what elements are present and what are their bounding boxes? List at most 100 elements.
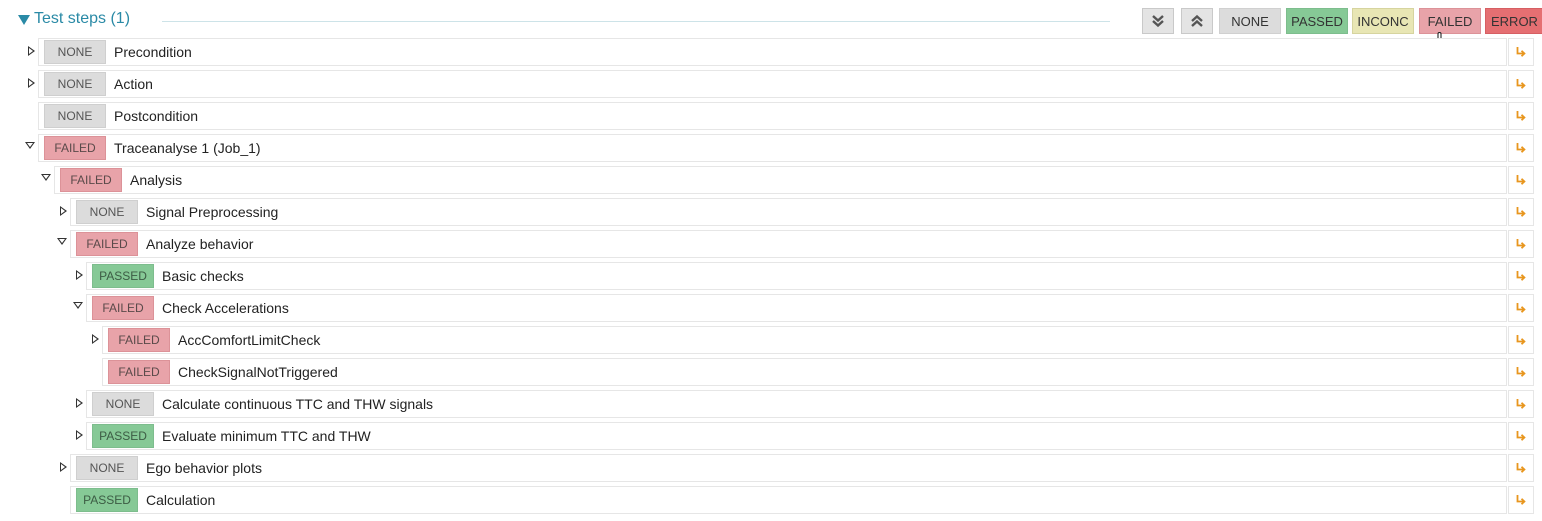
- step-label: Action: [114, 76, 153, 92]
- status-badge: NONE: [44, 72, 106, 96]
- collapse-all-button[interactable]: [1181, 8, 1213, 34]
- jump-to-step-icon: [1516, 303, 1526, 313]
- test-step-row[interactable]: FAILED AccComfortLimitCheck: [102, 326, 1507, 354]
- jump-to-step-icon: [1516, 271, 1526, 281]
- double-chevron-down-icon: [1152, 15, 1164, 28]
- jump-to-step-button[interactable]: [1508, 358, 1534, 386]
- jump-to-step-button[interactable]: [1508, 262, 1534, 290]
- jump-to-step-button[interactable]: [1508, 294, 1534, 322]
- status-badge: NONE: [44, 104, 106, 128]
- step-label: Ego behavior plots: [146, 460, 262, 476]
- status-badge: FAILED: [44, 136, 106, 160]
- status-badge: PASSED: [76, 488, 138, 512]
- jump-to-step-icon: [1516, 239, 1526, 249]
- status-badge: NONE: [76, 456, 138, 480]
- test-step-row[interactable]: FAILED Traceanalyse 1 (Job_1): [38, 134, 1507, 162]
- jump-to-step-button[interactable]: [1508, 326, 1534, 354]
- test-step-row[interactable]: NONE Signal Preprocessing: [70, 198, 1507, 226]
- step-label: Signal Preprocessing: [146, 204, 279, 220]
- jump-to-step-icon: [1516, 495, 1526, 505]
- status-badge: FAILED: [108, 328, 170, 352]
- collapse-arrow-icon[interactable]: [41, 174, 51, 181]
- test-step-row[interactable]: PASSED Basic checks: [86, 262, 1507, 290]
- test-step-row[interactable]: FAILED Analyze behavior: [70, 230, 1507, 258]
- jump-to-step-button[interactable]: [1508, 134, 1534, 162]
- test-step-row[interactable]: FAILED Analysis: [54, 166, 1507, 194]
- status-badge: NONE: [44, 40, 106, 64]
- jump-to-step-button[interactable]: [1508, 422, 1534, 450]
- expand-arrow-icon[interactable]: [60, 462, 67, 472]
- test-steps-header: Test steps (1) NONE PASSED INCONC FAILED…: [0, 0, 1542, 40]
- expand-arrow-icon[interactable]: [60, 206, 67, 216]
- filter-passed-button[interactable]: PASSED: [1286, 8, 1348, 34]
- status-badge: PASSED: [92, 424, 154, 448]
- jump-to-step-icon: [1516, 463, 1526, 473]
- step-label: Analysis: [130, 172, 183, 188]
- step-label: Evaluate minimum TTC and THW: [162, 428, 371, 444]
- test-step-row[interactable]: NONE Action: [38, 70, 1507, 98]
- expand-arrow-icon[interactable]: [76, 430, 83, 440]
- test-step-row[interactable]: FAILED Check Accelerations: [86, 294, 1507, 322]
- step-label: Precondition: [114, 44, 192, 60]
- jump-to-step-button[interactable]: [1508, 198, 1534, 226]
- jump-to-step-icon: [1516, 367, 1526, 377]
- collapse-arrow-icon[interactable]: [57, 238, 67, 245]
- step-label: Postcondition: [114, 108, 199, 124]
- status-badge: FAILED: [92, 296, 154, 320]
- status-badge: FAILED: [108, 360, 170, 384]
- jump-to-step-button[interactable]: [1508, 454, 1534, 482]
- jump-to-step-button[interactable]: [1508, 230, 1534, 258]
- status-badge: NONE: [92, 392, 154, 416]
- status-badge: PASSED: [92, 264, 154, 288]
- jump-to-step-button[interactable]: [1508, 166, 1534, 194]
- jump-to-step-button[interactable]: [1508, 70, 1534, 98]
- step-label: Check Accelerations: [162, 300, 289, 316]
- filter-none-button[interactable]: NONE: [1219, 8, 1281, 34]
- test-step-row[interactable]: PASSED Calculation: [70, 486, 1507, 514]
- collapse-arrow-icon[interactable]: [73, 302, 83, 309]
- jump-to-step-button[interactable]: [1508, 102, 1534, 130]
- expand-arrow-icon[interactable]: [76, 398, 83, 408]
- status-badge: NONE: [76, 200, 138, 224]
- expand-arrow-icon[interactable]: [76, 270, 83, 280]
- jump-to-step-icon: [1516, 399, 1526, 409]
- test-step-row[interactable]: NONE Ego behavior plots: [70, 454, 1507, 482]
- expand-arrow-icon[interactable]: [28, 78, 35, 88]
- collapse-arrow-icon[interactable]: [25, 142, 35, 149]
- jump-to-step-button[interactable]: [1508, 486, 1534, 514]
- filter-error-button[interactable]: ERROR: [1485, 8, 1542, 34]
- jump-to-step-icon: [1516, 111, 1526, 121]
- step-label: Traceanalyse 1 (Job_1): [114, 140, 261, 156]
- test-step-row[interactable]: FAILED CheckSignalNotTriggered: [102, 358, 1507, 386]
- step-label: CheckSignalNotTriggered: [178, 364, 338, 380]
- test-step-row[interactable]: NONE Postcondition: [38, 102, 1507, 130]
- jump-to-step-button[interactable]: [1508, 390, 1534, 418]
- filter-inconc-button[interactable]: INCONC: [1352, 8, 1414, 34]
- jump-to-step-button[interactable]: [1508, 38, 1534, 66]
- double-chevron-up-icon: [1191, 14, 1203, 27]
- status-badge: FAILED: [76, 232, 138, 256]
- expand-all-button[interactable]: [1142, 8, 1174, 34]
- expand-arrow-icon[interactable]: [92, 334, 99, 344]
- test-steps-section-toggle[interactable]: Test steps (1): [18, 10, 130, 28]
- step-label: Analyze behavior: [146, 236, 254, 252]
- step-label: AccComfortLimitCheck: [178, 332, 321, 348]
- jump-to-step-icon: [1516, 335, 1526, 345]
- section-title: Test steps (1): [34, 10, 131, 27]
- test-step-row[interactable]: NONE Precondition: [38, 38, 1507, 66]
- jump-to-step-icon: [1516, 207, 1526, 217]
- filter-failed-button[interactable]: FAILED: [1419, 8, 1481, 34]
- jump-to-step-icon: [1516, 175, 1526, 185]
- status-badge: FAILED: [60, 168, 122, 192]
- collapse-triangle-icon: [18, 14, 30, 25]
- step-label: Calculate continuous TTC and THW signals: [162, 396, 434, 412]
- test-step-row[interactable]: NONE Calculate continuous TTC and THW sig…: [86, 390, 1507, 418]
- test-step-row[interactable]: PASSED Evaluate minimum TTC and THW: [86, 422, 1507, 450]
- jump-to-step-icon: [1516, 143, 1526, 153]
- jump-to-step-icon: [1516, 79, 1526, 89]
- header-divider: [162, 21, 1110, 22]
- jump-to-step-icon: [1516, 47, 1526, 57]
- step-label: Basic checks: [162, 268, 244, 284]
- step-label: Calculation: [146, 492, 216, 508]
- expand-arrow-icon[interactable]: [28, 46, 35, 56]
